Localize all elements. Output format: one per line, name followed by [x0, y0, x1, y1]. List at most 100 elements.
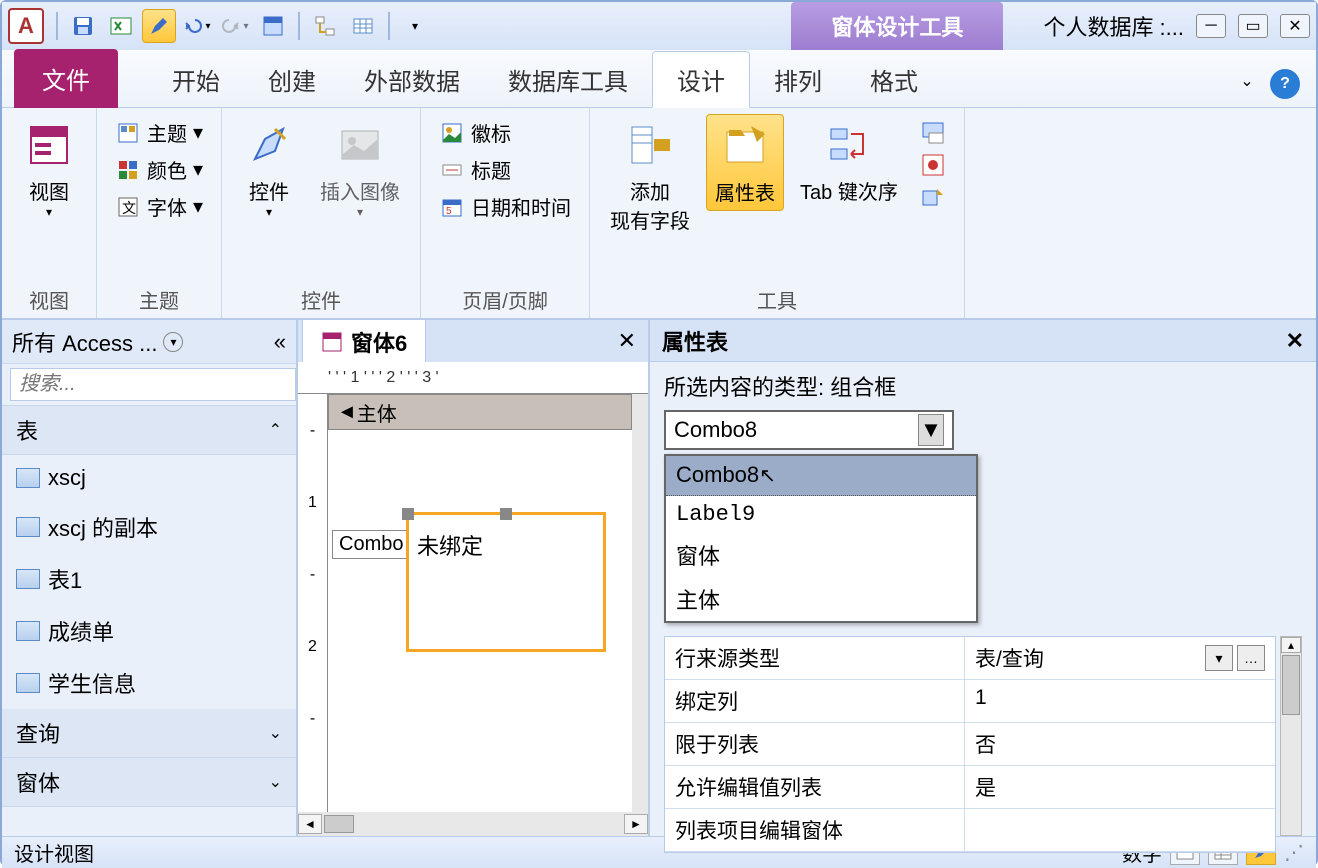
nav-item-xscj[interactable]: xscj [2, 455, 296, 501]
property-row[interactable]: 行来源类型 表/查询 ▾ … [665, 637, 1275, 680]
tab-home[interactable]: 开始 [148, 52, 244, 107]
qat-form-icon[interactable] [256, 9, 290, 43]
colors-button[interactable]: 颜色 ▾ [109, 151, 209, 188]
resize-grip-icon[interactable]: ⋰ [1284, 840, 1304, 865]
property-sheet-title: 属性表 ✕ [650, 320, 1316, 362]
section-detail[interactable]: ◄ 主体 [328, 394, 632, 430]
qat-excel-icon[interactable] [104, 9, 138, 43]
search-input[interactable] [10, 368, 296, 401]
nav-group-queries[interactable]: 查询⌄ [2, 709, 296, 758]
qat-customize-icon[interactable]: ▾ [398, 9, 432, 43]
themes-button[interactable]: 主题 ▾ [109, 114, 209, 151]
controls-button[interactable]: 控件▾ [234, 114, 304, 223]
maximize-button[interactable]: ▭ [1238, 14, 1268, 38]
view-button[interactable]: 视图 ▾ [14, 114, 84, 223]
nav-item-xscj-copy[interactable]: xscj 的副本 [2, 501, 296, 553]
nav-item-table1[interactable]: 表1 [2, 553, 296, 605]
qat-save-icon[interactable] [66, 9, 100, 43]
canvas-hscroll[interactable]: ◄ ► [298, 812, 648, 836]
nav-collapse-icon[interactable]: « [274, 329, 286, 355]
nav-group-forms[interactable]: 窗体⌄ [2, 758, 296, 807]
nav-item-student[interactable]: 学生信息 [2, 657, 296, 709]
ribbon-tabs: 文件 开始 创建 外部数据 数据库工具 设计 排列 格式 ⌄ ? [2, 50, 1316, 108]
cursor-icon: ↖ [759, 465, 776, 487]
dropdown-icon[interactable]: ▼ [918, 414, 944, 446]
dropdown-item-label9[interactable]: Label9 [666, 496, 976, 533]
scroll-up-icon[interactable]: ▴ [1281, 637, 1301, 653]
tab-external-data[interactable]: 外部数据 [340, 52, 484, 107]
tab-design[interactable]: 设计 [652, 51, 750, 108]
property-vscroll[interactable]: ▴ [1280, 636, 1302, 836]
insert-image-button[interactable]: 插入图像▾ [312, 114, 408, 223]
main-area: 所有 Access ... ▾ « 🔍 表⌃ xscj xscj 的副本 表1 … [2, 320, 1316, 836]
prop-dropdown-icon[interactable]: ▾ [1205, 645, 1233, 671]
tab-order-button[interactable]: Tab 键次序 [792, 114, 906, 209]
combo-label[interactable]: Combo [332, 530, 410, 559]
property-sheet-button[interactable]: 属性表 [706, 114, 784, 211]
fonts-button[interactable]: 文字体 ▾ [109, 188, 209, 225]
dropdown-item-combo8[interactable]: Combo8↖ [666, 456, 976, 496]
doc-tab-form6[interactable]: 窗体6 [302, 319, 426, 364]
nav-header[interactable]: 所有 Access ... ▾ « [2, 320, 296, 364]
minimize-button[interactable]: ─ [1196, 14, 1226, 38]
add-fields-label: 添加 现有字段 [610, 176, 690, 234]
ribbon-minimize-icon[interactable]: ⌄ [1232, 69, 1262, 93]
property-row[interactable]: 限于列表否 [665, 723, 1275, 766]
property-row[interactable]: 列表项目编辑窗体 [665, 809, 1275, 852]
datetime-button[interactable]: 5日期和时间 [433, 188, 577, 225]
group-tools-label: 工具 [602, 281, 952, 314]
qat-design-icon[interactable] [142, 9, 176, 43]
builder-icon[interactable]: … [1237, 645, 1265, 671]
title-button[interactable]: 标题 [433, 151, 577, 188]
property-sheet-label: 属性表 [715, 177, 775, 206]
scroll-left-icon[interactable]: ◄ [298, 814, 322, 834]
form-icon [321, 331, 343, 353]
title-bar: A ▾ ▾ ▾ 窗体设计工具 个人数据库 :... ─ ▭ ✕ [2, 2, 1316, 50]
ribbon-body: 视图 ▾ 视图 主题 ▾ 颜色 ▾ 文字体 ▾ 主题 控件▾ 插入图像▾ 控件 [2, 108, 1316, 320]
close-button[interactable]: ✕ [1280, 14, 1310, 38]
qat-undo-icon[interactable]: ▾ [180, 9, 214, 43]
canvas-vscroll[interactable] [632, 394, 648, 812]
qat-table-icon[interactable] [346, 9, 380, 43]
property-dropdown: Combo8↖ Label9 窗体 主体 [664, 454, 978, 623]
qat-redo-icon[interactable]: ▾ [218, 9, 252, 43]
app-icon: A [8, 8, 44, 44]
help-button[interactable]: ? [1270, 69, 1300, 99]
group-view-label: 视图 [14, 281, 84, 314]
group-header-label: 页眉/页脚 [433, 281, 577, 314]
property-row[interactable]: 绑定列1 [665, 680, 1275, 723]
dropdown-item-form[interactable]: 窗体 [666, 533, 976, 577]
property-sheet: 属性表 ✕ 所选内容的类型: 组合框 Combo8 ▼ Combo8↖ Labe… [650, 320, 1316, 836]
navigation-pane: 所有 Access ... ▾ « 🔍 表⌃ xscj xscj 的副本 表1 … [2, 320, 298, 836]
logo-button[interactable]: 徽标 [433, 114, 577, 151]
convert-macro-icon[interactable] [920, 184, 946, 210]
qat-relationship-icon[interactable] [308, 9, 342, 43]
database-name: 个人数据库 :... [1043, 10, 1184, 42]
tab-database-tools[interactable]: 数据库工具 [484, 52, 652, 107]
property-close-icon[interactable]: ✕ [1286, 328, 1304, 354]
file-tab[interactable]: 文件 [14, 49, 118, 108]
status-left: 设计视图 [14, 838, 94, 867]
code-icon[interactable] [920, 152, 946, 178]
design-canvas[interactable]: ' ' ' 1 ' ' ' 2 ' ' ' 3 ' -1-2- ◄ 主体 Com… [298, 362, 648, 836]
subform-icon[interactable] [920, 120, 946, 146]
dropdown-item-detail[interactable]: 主体 [666, 577, 976, 621]
nav-search: 🔍 [2, 364, 296, 406]
doc-tab-close-icon[interactable]: ✕ [606, 328, 648, 354]
insert-image-label: 插入图像 [320, 176, 400, 205]
nav-dropdown-icon[interactable]: ▾ [163, 332, 183, 352]
scroll-right-icon[interactable]: ► [624, 814, 648, 834]
nav-item-score[interactable]: 成绩单 [2, 605, 296, 657]
add-fields-button[interactable]: 添加 现有字段 [602, 114, 698, 238]
document-area: 窗体6 ✕ ' ' ' 1 ' ' ' 2 ' ' ' 3 ' -1-2- ◄ … [298, 320, 650, 836]
tab-arrange[interactable]: 排列 [750, 52, 846, 107]
combo-control[interactable]: 未绑定 [406, 512, 606, 652]
tab-format[interactable]: 格式 [846, 52, 942, 107]
group-theme-label: 主题 [109, 281, 209, 314]
view-button-label: 视图 [29, 176, 69, 205]
tab-create[interactable]: 创建 [244, 52, 340, 107]
property-object-select[interactable]: Combo8 ▼ [664, 410, 954, 450]
property-row[interactable]: 允许编辑值列表是 [665, 766, 1275, 809]
nav-group-tables[interactable]: 表⌃ [2, 406, 296, 455]
svg-text:5: 5 [446, 206, 452, 217]
